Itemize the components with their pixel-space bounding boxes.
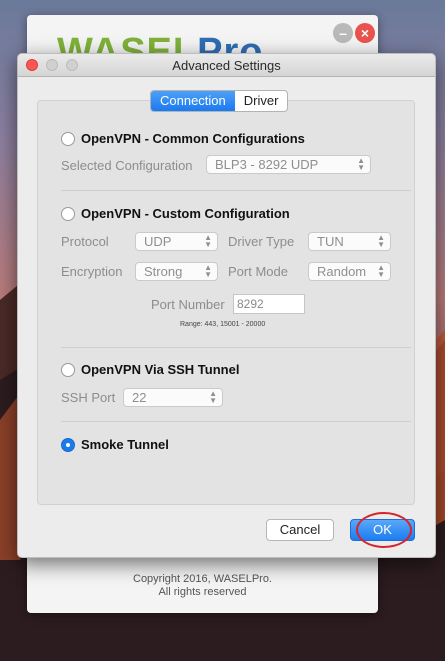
custom-config-option[interactable]: OpenVPN - Custom Configuration [61, 206, 290, 221]
ssh-port-label: SSH Port [61, 390, 116, 405]
ssh-port-popup[interactable]: 22 ▲ ▼ [123, 388, 223, 407]
smoke-tunnel-radio[interactable] [61, 437, 75, 452]
driver-type-value: TUN [317, 234, 344, 249]
selected-config-label: Selected Configuration [61, 158, 193, 173]
driver-type-popup[interactable]: TUN ▲ ▼ [308, 232, 391, 251]
copyright-line-2: All rights reserved [158, 586, 247, 598]
encryption-popup[interactable]: Strong ▲ ▼ [135, 262, 218, 281]
common-config-label: OpenVPN - Common Configurations [81, 131, 305, 146]
updown-arrows-icon: ▲ ▼ [209, 389, 217, 405]
port-mode-popup[interactable]: Random ▲ ▼ [308, 262, 391, 281]
copyright-line-1: Copyright 2016, WASELPro. [133, 573, 272, 585]
ssh-tunnel-option[interactable]: OpenVPN Via SSH Tunnel [61, 362, 239, 377]
common-config-option[interactable]: OpenVPN - Common Configurations [61, 131, 305, 146]
title-bar: Advanced Settings [18, 54, 435, 77]
port-mode-label: Port Mode [228, 264, 288, 279]
custom-config-radio[interactable] [61, 206, 75, 221]
port-number-label: Port Number [151, 297, 225, 312]
encryption-value: Strong [144, 264, 183, 279]
selected-config-popup[interactable]: BLP3 - 8292 UDP ▲ ▼ [206, 155, 371, 174]
updown-arrows-icon: ▲ ▼ [377, 263, 385, 279]
advanced-settings-dialog: Advanced Settings Connection Driver Open… [17, 53, 436, 558]
tab-connection[interactable]: Connection [151, 91, 235, 111]
updown-arrows-icon: ▲ ▼ [204, 233, 212, 249]
port-mode-value: Random [317, 264, 367, 279]
highlight-circle-annotation [356, 512, 412, 548]
dialog-title: Advanced Settings [172, 58, 281, 73]
common-config-radio[interactable] [61, 131, 75, 146]
port-number-field[interactable]: 8292 [233, 294, 305, 314]
updown-arrows-icon: ▲ ▼ [357, 156, 365, 172]
updown-arrows-icon: ▲ ▼ [204, 263, 212, 279]
protocol-label: Protocol [61, 234, 109, 249]
close-button[interactable]: × [355, 23, 375, 43]
ssh-tunnel-label: OpenVPN Via SSH Tunnel [81, 362, 240, 377]
smoke-tunnel-option[interactable]: Smoke Tunnel [61, 437, 169, 452]
protocol-popup[interactable]: UDP ▲ ▼ [135, 232, 218, 251]
smoke-tunnel-label: Smoke Tunnel [81, 437, 169, 452]
cancel-button[interactable]: Cancel [266, 519, 334, 541]
copyright-text: Copyright 2016, WASELPro. All rights res… [27, 573, 378, 599]
ssh-tunnel-radio[interactable] [61, 362, 75, 377]
protocol-value: UDP [144, 234, 172, 249]
selected-config-value: BLP3 - 8292 UDP [215, 157, 319, 172]
updown-arrows-icon: ▲ ▼ [377, 233, 385, 249]
divider [61, 421, 411, 422]
divider [61, 347, 411, 348]
ssh-port-value: 22 [132, 390, 147, 405]
tab-driver[interactable]: Driver [235, 91, 288, 111]
port-range-hint: Range: 443, 15001 - 20000 [180, 321, 266, 328]
encryption-label: Encryption [61, 264, 123, 279]
driver-type-label: Driver Type [228, 234, 295, 249]
custom-config-label: OpenVPN - Custom Configuration [81, 206, 290, 221]
divider [61, 190, 411, 191]
minimize-button[interactable]: – [333, 23, 353, 43]
tab-bar: Connection Driver [150, 90, 289, 112]
